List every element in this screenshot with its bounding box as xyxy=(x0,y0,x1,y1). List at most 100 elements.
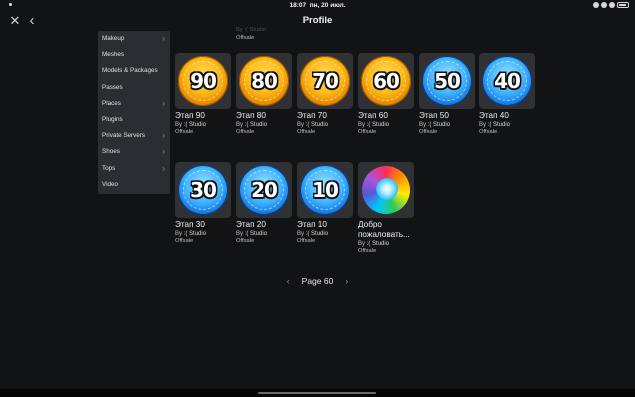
item-creator[interactable]: By :( Studio xyxy=(175,121,231,129)
item-name[interactable]: Добро пожаловать... xyxy=(358,220,414,240)
remnant-price: Offsale xyxy=(236,34,255,41)
by-label: By xyxy=(175,231,183,237)
item-thumbnail[interactable]: 40 xyxy=(479,53,535,109)
item-price: Offsale xyxy=(297,129,316,135)
catalog-item-card[interactable]: Добро пожаловать... By :( Studio Offsale xyxy=(358,162,414,255)
chevron-right-icon: › xyxy=(162,98,165,108)
menu-item-passes[interactable]: Passes xyxy=(98,80,170,96)
catalog-item-card[interactable]: 40 Этап 40 By :( Studio Offsale xyxy=(479,53,535,136)
item-price: Offsale xyxy=(479,129,498,135)
badge-number: 40 xyxy=(494,69,521,93)
menu-item-label: Meshes xyxy=(102,51,125,59)
item-creator[interactable]: By :( Studio xyxy=(175,230,231,238)
item-creator[interactable]: By :( Studio xyxy=(236,121,292,129)
item-name[interactable]: Этап 70 xyxy=(297,111,353,121)
creator-name[interactable]: :( Studio xyxy=(488,122,510,128)
stage-badge-icon: 30 xyxy=(178,165,228,215)
stage-badge-icon: 60 xyxy=(361,56,411,106)
by-label: By xyxy=(175,122,183,128)
menu-item-video[interactable]: Video xyxy=(98,177,170,193)
item-creator[interactable]: By :( Studio xyxy=(479,121,535,129)
item-price: Offsale xyxy=(358,129,377,135)
item-creator[interactable]: By :( Studio xyxy=(358,121,414,129)
item-thumbnail[interactable]: 60 xyxy=(358,53,414,109)
item-name[interactable]: Этап 40 xyxy=(479,111,535,121)
creator-name[interactable]: :( Studio xyxy=(184,231,206,237)
item-thumbnail[interactable]: 90 xyxy=(175,53,231,109)
catalog-item-card[interactable]: 60 Этап 60 By :( Studio Offsale xyxy=(358,53,414,136)
catalog-item-card[interactable]: 20 Этап 20 By :( Studio Offsale xyxy=(236,162,292,245)
item-name[interactable]: Этап 20 xyxy=(236,220,292,230)
badge-number: 60 xyxy=(373,69,400,93)
menu-item-makeup[interactable]: Makeup › xyxy=(98,31,170,47)
creator-name[interactable]: :( Studio xyxy=(245,122,267,128)
item-name[interactable]: Этап 30 xyxy=(175,220,231,230)
page-title: Profile xyxy=(302,15,333,26)
item-name[interactable]: Этап 50 xyxy=(419,111,475,121)
bottom-bar xyxy=(0,389,635,397)
item-thumbnail[interactable]: 30 xyxy=(175,162,231,218)
catalog-item-card[interactable]: 80 Этап 80 By :( Studio Offsale xyxy=(236,53,292,136)
item-name[interactable]: Этап 90 xyxy=(175,111,231,121)
next-page-icon[interactable]: › xyxy=(340,276,354,286)
item-thumbnail[interactable]: 80 xyxy=(236,53,292,109)
menu-item-label: Makeup xyxy=(102,35,125,42)
category-dropdown-menu: Makeup › Meshes Models & Packages Passes … xyxy=(98,31,170,194)
catalog-item-card[interactable]: 70 Этап 70 By :( Studio Offsale xyxy=(297,53,353,136)
status-date: пн, 20 июл. xyxy=(309,2,346,9)
catalog-item-card[interactable]: 50 Этап 50 By :( Studio Offsale xyxy=(419,53,475,136)
item-thumbnail[interactable]: 70 xyxy=(297,53,353,109)
catalog-item-card[interactable]: 90 Этап 90 By :( Studio Offsale xyxy=(175,53,231,136)
item-thumbnail[interactable]: 20 xyxy=(236,162,292,218)
creator-name[interactable]: :( Studio xyxy=(367,241,389,247)
menu-item-label: Models & Packages xyxy=(102,67,158,75)
chevron-right-icon: › xyxy=(162,147,165,157)
item-name[interactable]: Этап 10 xyxy=(297,220,353,230)
creator-name[interactable]: :( Studio xyxy=(367,122,389,128)
menu-item-tops[interactable]: Tops › xyxy=(98,161,170,177)
item-name[interactable]: Этап 60 xyxy=(358,111,414,121)
menu-item-label: Places xyxy=(102,99,121,107)
by-label: By xyxy=(358,241,366,247)
menu-item-shoes[interactable]: Shoes › xyxy=(98,144,170,160)
item-thumbnail[interactable]: 50 xyxy=(419,53,475,109)
creator-name[interactable]: :( Studio xyxy=(245,231,267,237)
navigation-bar: ✕ ‹ Profile xyxy=(0,11,635,31)
menu-item-label: Passes xyxy=(102,83,123,91)
menu-item-label: Plugins xyxy=(102,115,123,123)
stage-badge-icon: 50 xyxy=(422,56,472,106)
chevron-right-icon: › xyxy=(162,131,165,141)
item-thumbnail[interactable] xyxy=(358,162,414,218)
status-bar: 18:07 пн, 20 июл. xyxy=(0,0,635,11)
home-indicator[interactable] xyxy=(258,392,376,394)
menu-item-models-packages[interactable]: Models & Packages xyxy=(98,63,170,79)
menu-item-places[interactable]: Places › xyxy=(98,96,170,112)
battery-icon xyxy=(617,2,629,8)
item-price: Offsale xyxy=(175,238,194,244)
menu-item-meshes[interactable]: Meshes xyxy=(98,47,170,63)
menu-item-label: Private Servers xyxy=(102,132,146,140)
focus-mode-icon xyxy=(593,2,599,8)
creator-name[interactable]: :( Studio xyxy=(428,122,450,128)
previous-page-icon[interactable]: ‹ xyxy=(281,276,295,286)
item-creator[interactable]: By :( Studio xyxy=(236,230,292,238)
catalog-item-card[interactable]: 30 Этап 30 By :( Studio Offsale xyxy=(175,162,231,245)
creator-name[interactable]: :( Studio xyxy=(306,122,328,128)
by-label: By xyxy=(236,122,244,128)
item-creator[interactable]: By :( Studio xyxy=(297,230,353,238)
item-creator[interactable]: By :( Studio xyxy=(419,121,475,129)
item-creator[interactable]: By :( Studio xyxy=(358,240,414,248)
creator-name[interactable]: :( Studio xyxy=(306,231,328,237)
previous-row-remnant: By :( Studio Offsale xyxy=(236,27,266,42)
creator-name[interactable]: :( Studio xyxy=(184,122,206,128)
menu-item-plugins[interactable]: Plugins xyxy=(98,112,170,128)
item-creator[interactable]: By :( Studio xyxy=(297,121,353,129)
by-label: By xyxy=(479,122,487,128)
chevron-right-icon: › xyxy=(162,34,165,43)
item-price: Offsale xyxy=(236,238,255,244)
item-name[interactable]: Этап 80 xyxy=(236,111,292,121)
menu-item-private-servers[interactable]: Private Servers › xyxy=(98,128,170,144)
status-time: 18:07 xyxy=(289,2,307,9)
item-thumbnail[interactable]: 10 xyxy=(297,162,353,218)
catalog-item-card[interactable]: 10 Этап 10 By :( Studio Offsale xyxy=(297,162,353,245)
